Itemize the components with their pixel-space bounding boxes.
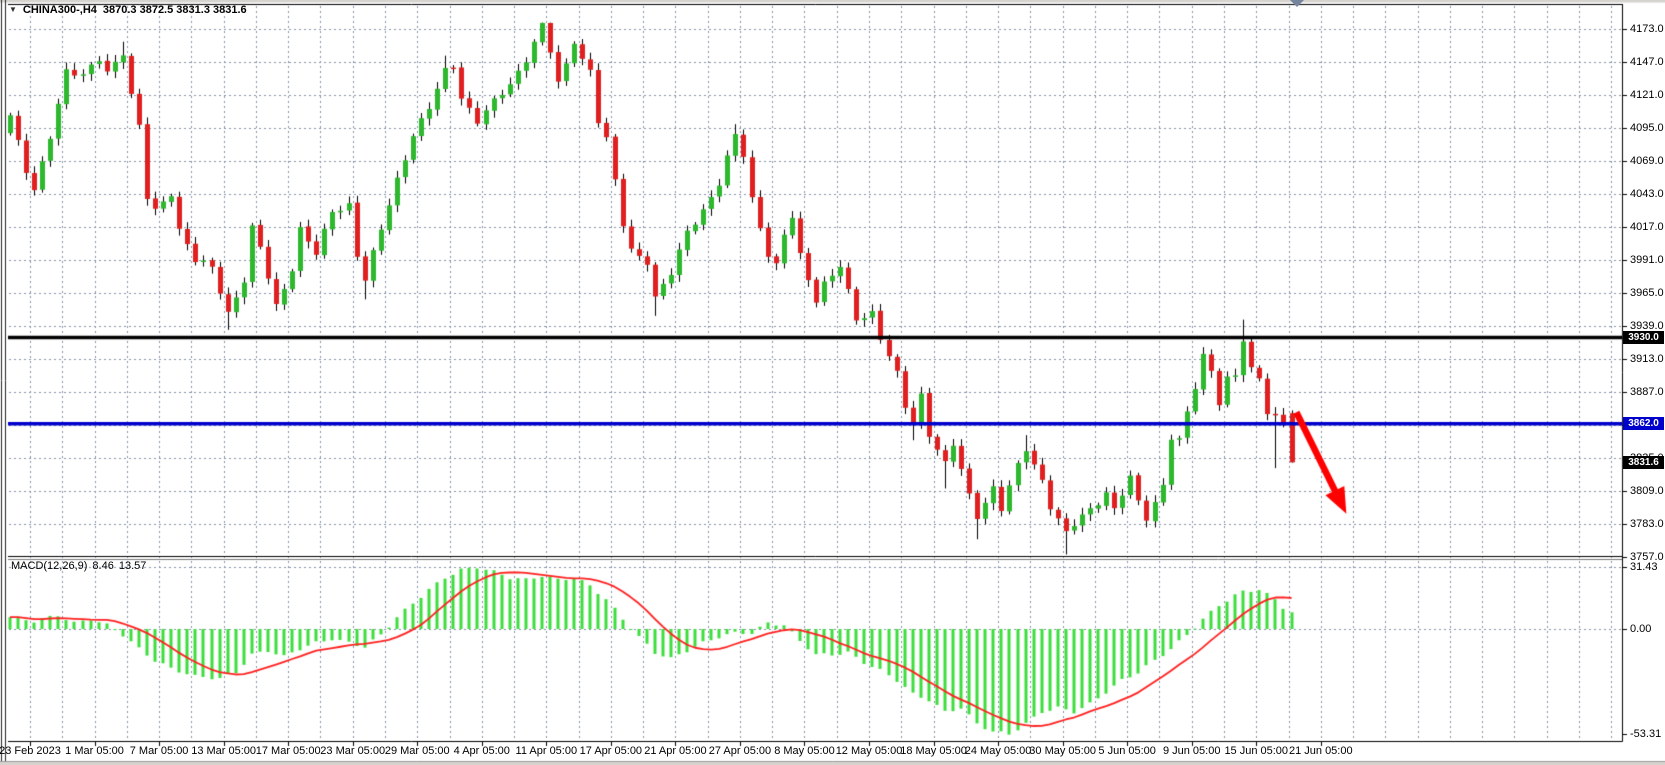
- price-badge: 3862.0: [1623, 417, 1664, 430]
- price-badge: 3831.6: [1623, 456, 1664, 469]
- price-tick-label: 4147.0: [1630, 56, 1664, 68]
- time-tick-label: 12 May 05:00: [836, 745, 903, 757]
- time-tick-label: 13 Mar 05:00: [191, 745, 256, 757]
- time-tick-label: 21 Jun 05:00: [1289, 745, 1353, 757]
- symbol-timeframe: CHINA300-,H4: [23, 4, 97, 16]
- price-tick-label: 3913.0: [1630, 353, 1664, 365]
- time-tick-label: 11 Apr 05:00: [516, 745, 578, 757]
- time-tick-label: 23 Mar 05:00: [320, 745, 385, 757]
- scroll-position-marker: [1290, 0, 1304, 7]
- time-tick-label: 17 Mar 05:00: [256, 745, 321, 757]
- time-tick-label: 4 Apr 05:00: [454, 745, 510, 757]
- time-tick-label: 1 Mar 05:00: [65, 745, 124, 757]
- macd-value: 8.46: [92, 560, 113, 572]
- macd-axis-label: 0.00: [1630, 623, 1651, 635]
- time-tick-label: 21 Apr 05:00: [644, 745, 706, 757]
- price-tick-label: 4069.0: [1630, 155, 1664, 167]
- macd-axis-label: 31.43: [1630, 561, 1658, 573]
- macd-params: MACD(12,26,9): [11, 560, 87, 572]
- price-tick-label: 3965.0: [1630, 287, 1664, 299]
- price-tick-label: 4173.0: [1630, 23, 1664, 35]
- price-tick-label: 3783.0: [1630, 518, 1664, 530]
- price-badge: 3930.0: [1623, 331, 1664, 344]
- macd-signal-value: 13.57: [119, 560, 147, 572]
- chart-canvas[interactable]: [0, 0, 1665, 765]
- time-tick-label: 24 May 05:00: [965, 745, 1032, 757]
- chart-title: ▼ CHINA300-,H4 3870.3 3872.5 3831.3 3831…: [9, 4, 247, 16]
- price-tick-label: 4095.0: [1630, 122, 1664, 134]
- price-tick-label: 4121.0: [1630, 89, 1664, 101]
- price-tick-label: 3809.0: [1630, 485, 1664, 497]
- time-tick-label: 9 Jun 05:00: [1163, 745, 1221, 757]
- time-tick-label: 30 May 05:00: [1029, 745, 1096, 757]
- time-tick-label: 18 May 05:00: [900, 745, 967, 757]
- price-tick-label: 4043.0: [1630, 188, 1664, 200]
- time-tick-label: 29 Mar 05:00: [385, 745, 450, 757]
- symbol-dropdown-icon[interactable]: ▼: [9, 5, 17, 15]
- macd-axis-label: -53.31: [1630, 728, 1661, 740]
- time-tick-label: 23 Feb 2023: [0, 745, 61, 757]
- time-tick-label: 8 May 05:00: [774, 745, 835, 757]
- macd-indicator-label: MACD(12,26,9) 8.46 13.57: [11, 560, 146, 572]
- ohlc-values: 3870.3 3872.5 3831.3 3831.6: [103, 4, 247, 16]
- time-tick-label: 5 Jun 05:00: [1098, 745, 1156, 757]
- price-tick-label: 4017.0: [1630, 221, 1664, 233]
- time-tick-label: 7 Mar 05:00: [130, 745, 189, 757]
- time-tick-label: 27 Apr 05:00: [709, 745, 771, 757]
- trading-chart-window: ▼ CHINA300-,H4 3870.3 3872.5 3831.3 3831…: [0, 0, 1665, 765]
- price-tick-label: 3887.0: [1630, 386, 1664, 398]
- price-tick-label: 3991.0: [1630, 254, 1664, 266]
- time-tick-label: 17 Apr 05:00: [580, 745, 642, 757]
- time-tick-label: 15 Jun 05:00: [1224, 745, 1288, 757]
